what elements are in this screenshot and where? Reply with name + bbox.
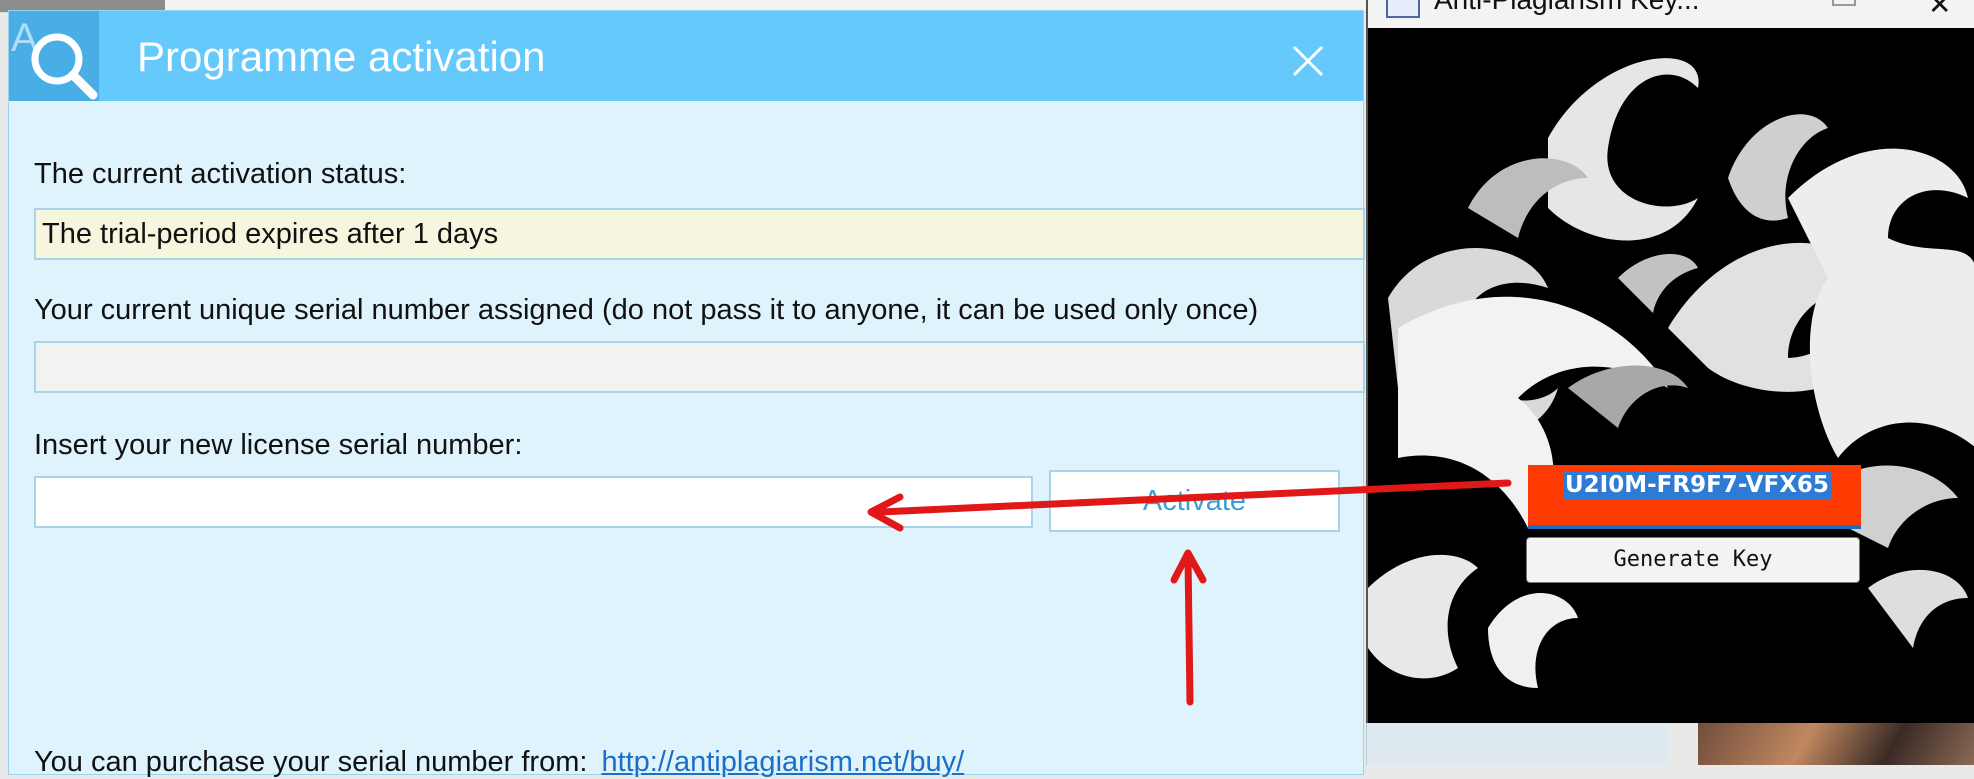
keygen-artwork	[1368, 28, 1974, 723]
new-serial-label: Insert your new license serial number:	[34, 429, 523, 461]
generate-key-button[interactable]: Generate Key	[1526, 537, 1860, 583]
serial-output-text: U2I0M-FR9F7-VFX65	[1563, 471, 1831, 499]
dialog-titlebar[interactable]: A Programme activation	[9, 11, 1363, 101]
serial-output-field[interactable]: U2I0M-FR9F7-VFX65	[1528, 465, 1861, 529]
activate-button[interactable]: Activate	[1049, 470, 1340, 532]
activation-dialog: A Programme activation The current activ…	[8, 10, 1365, 778]
keygen-close-icon[interactable]: ✕	[1928, 0, 1951, 21]
keygen-titlebar[interactable]: Anti-Plagiarism Key... ✕	[1368, 0, 1974, 29]
dialog-title: Programme activation	[137, 33, 546, 80]
status-field: The trial-period expires after 1 days	[34, 208, 1365, 260]
new-serial-input[interactable]	[34, 476, 1033, 528]
keygen-title: Anti-Plagiarism Key...	[1434, 0, 1700, 16]
serial-label: Your current unique serial number assign…	[34, 294, 1259, 326]
window-app-icon	[1386, 0, 1420, 18]
purchase-line: You can purchase your serial number from…	[34, 746, 964, 779]
status-label: The current activation status:	[34, 158, 407, 190]
minimize-icon[interactable]	[1832, 0, 1856, 6]
keygen-window: Anti-Plagiarism Key... ✕ U2I0M-FR9F7-VFX…	[1366, 0, 1974, 723]
magnifier-logo-icon: A	[9, 11, 99, 101]
purchase-text: You can purchase your serial number from…	[34, 746, 588, 778]
close-icon[interactable]	[1288, 41, 1328, 81]
current-serial-field	[34, 341, 1365, 393]
purchase-link[interactable]: http://antiplagiarism.net/buy/	[601, 746, 964, 778]
